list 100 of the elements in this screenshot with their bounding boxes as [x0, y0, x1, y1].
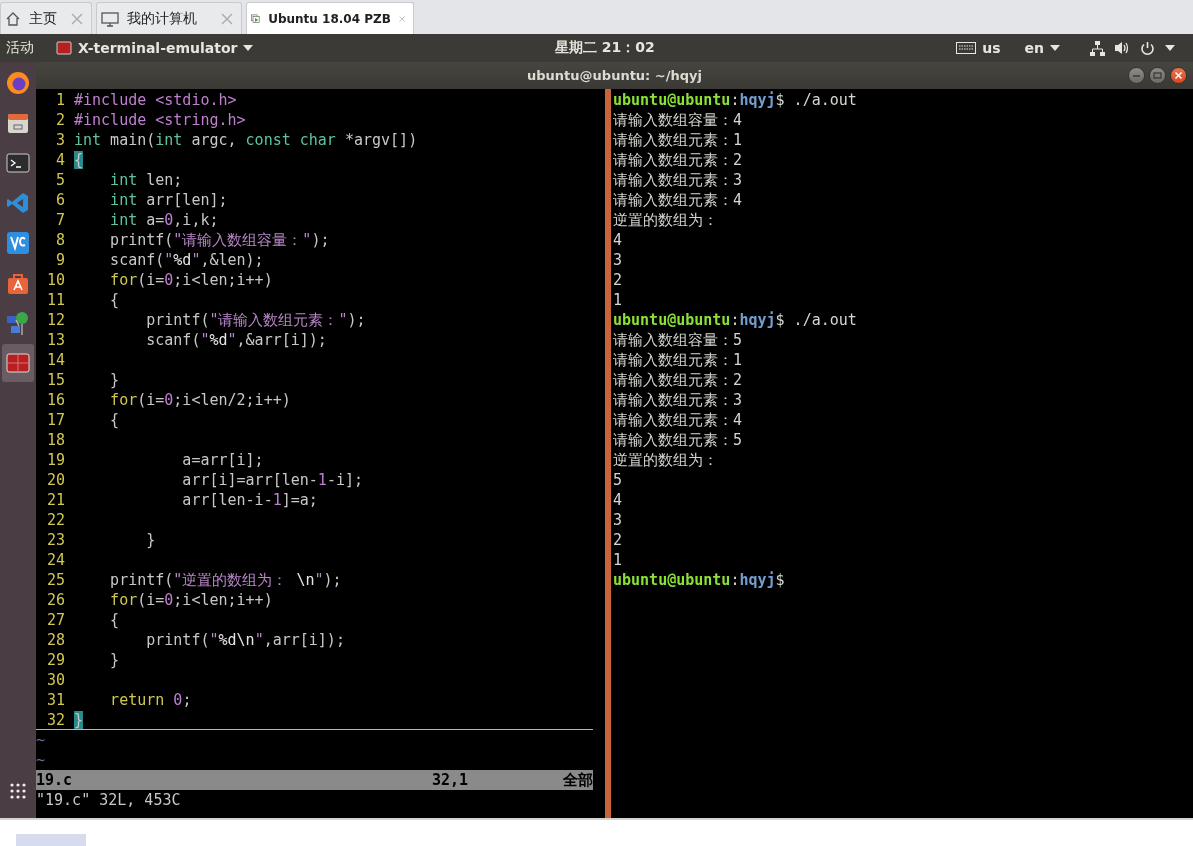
- code-line: scanf("%d",&arr[i]);: [145, 330, 327, 350]
- code-line: for(i=0;i<len;i++): [109, 590, 273, 610]
- output-line: 2: [613, 531, 623, 549]
- home-icon: [5, 10, 21, 27]
- output-line: 3: [613, 511, 623, 529]
- file-cabinet-icon: [6, 111, 30, 135]
- code-line: printf("请输入数组容量：");: [109, 230, 330, 250]
- tab-label: 主页: [29, 9, 58, 28]
- code-line: }: [109, 370, 120, 390]
- code-line: {: [109, 410, 120, 430]
- line-number: 21: [45, 490, 65, 510]
- code-line: printf("逆置的数组为： \n");: [109, 570, 342, 590]
- app-menu[interactable]: X-terminal-emulator: [78, 40, 238, 56]
- line-number: 19: [45, 450, 65, 470]
- line-number: 3: [54, 130, 65, 150]
- line-number: 2: [54, 110, 65, 130]
- output-line: 1: [613, 291, 623, 309]
- tilde: ~: [36, 751, 46, 769]
- terminal-icon: [56, 41, 72, 55]
- code-line: #include <string.h>: [74, 110, 246, 130]
- output-line: 3: [613, 251, 623, 269]
- line-number: 6: [54, 190, 65, 210]
- maximize-icon: [1153, 71, 1162, 80]
- code-line: #include <stdio.h>: [74, 90, 237, 110]
- caret-icon: [243, 45, 254, 51]
- minimize-button[interactable]: [1128, 67, 1145, 84]
- keyboard-icon: [956, 42, 977, 54]
- line-number: 20: [45, 470, 65, 490]
- code-line: int len;: [109, 170, 183, 190]
- code-line: for(i=0;i<len/2;i++): [109, 390, 291, 410]
- line-number: 29: [45, 650, 65, 670]
- line-number: 22: [45, 510, 65, 530]
- code-line: {: [109, 290, 120, 310]
- line-number: 14: [45, 350, 65, 370]
- output-line: 请输入数组元素：1: [613, 131, 743, 149]
- close-icon: [1174, 71, 1183, 80]
- output-line: 请输入数组容量：5: [613, 331, 743, 349]
- terminal-icon: [6, 352, 30, 374]
- line-number: 1: [54, 90, 65, 110]
- code-line: scanf("%d",&len);: [109, 250, 264, 270]
- line-number: 15: [45, 370, 65, 390]
- line-number: 25: [45, 570, 65, 590]
- line-number: 30: [45, 670, 65, 690]
- cursor-position: 32,1: [432, 770, 469, 790]
- line-number: 7: [54, 210, 65, 230]
- keyboard-layout[interactable]: us: [982, 40, 1001, 56]
- code-line: printf("请输入数组元素：");: [145, 310, 366, 330]
- output-line: 请输入数组元素：3: [613, 391, 743, 409]
- output-line: 请输入数组元素：2: [613, 151, 743, 169]
- output-line: 2: [613, 271, 623, 289]
- line-number: 23: [45, 530, 65, 550]
- output-line: 4: [613, 491, 623, 509]
- shell-prompt: ubuntu@ubuntu:hqyj$ ./a.out: [613, 91, 857, 109]
- output-line: 请输入数组元素：4: [613, 411, 743, 429]
- maximize-button[interactable]: [1149, 67, 1166, 84]
- line-number: 24: [45, 550, 65, 570]
- line-number: 8: [54, 230, 65, 250]
- output-line: 请输入数组元素：4: [613, 191, 743, 209]
- code-line: arr[len-i-1]=a;: [181, 490, 318, 510]
- code-line: a=arr[i];: [181, 450, 264, 470]
- line-number: 28: [45, 630, 65, 650]
- vnc-icon: [6, 231, 30, 255]
- line-number: 31: [45, 690, 65, 710]
- line-number: 5: [54, 170, 65, 190]
- browser-tab[interactable]: 我的计算机: [96, 2, 242, 34]
- line-number: 10: [45, 270, 65, 290]
- output-line: 5: [613, 471, 623, 489]
- shopping-bag-icon: [6, 271, 30, 295]
- code-line: printf("%d\n",arr[i]);: [145, 630, 345, 650]
- volume-icon: [1115, 41, 1130, 55]
- shell-prompt: ubuntu@ubuntu:hqyj$: [613, 571, 785, 589]
- firefox-icon: [5, 70, 31, 96]
- output-line: 1: [613, 551, 623, 569]
- browser-tab[interactable]: 主页: [0, 2, 92, 34]
- activities-button[interactable]: 活动: [6, 39, 34, 57]
- code-editor-icon: [6, 191, 30, 215]
- close-button[interactable]: [1170, 67, 1187, 84]
- code-line: int main(int argc, const char *argv[]): [74, 130, 418, 150]
- output-line: 请输入数组元素：3: [613, 171, 743, 189]
- close-icon: [71, 12, 83, 25]
- network-globe-icon: [5, 310, 31, 336]
- code-line: arr[i]=arr[len-1-i];: [181, 470, 363, 490]
- code-line: {: [109, 610, 120, 630]
- code-line: }: [145, 530, 156, 550]
- code-line: for(i=0;i<len;i++): [109, 270, 273, 290]
- clock[interactable]: 星期二 21：02: [554, 39, 655, 57]
- line-number: 27: [45, 610, 65, 630]
- line-number: 13: [45, 330, 65, 350]
- tab-label: Ubuntu 18.04 PZB: [268, 11, 391, 26]
- line-number: 32: [45, 710, 65, 730]
- line-number: 17: [45, 410, 65, 430]
- tilde: ~: [36, 731, 46, 749]
- output-line: 请输入数组元素：2: [613, 371, 743, 389]
- code-line: return 0;: [109, 690, 192, 710]
- browser-tab[interactable]: Ubuntu 18.04 PZB: [246, 2, 414, 34]
- output-line: 请输入数组容量：4: [613, 111, 743, 129]
- language-menu[interactable]: en: [1024, 40, 1044, 56]
- power-icon: [1140, 40, 1155, 56]
- line-number: 12: [45, 310, 65, 330]
- terminal-icon: [6, 152, 30, 174]
